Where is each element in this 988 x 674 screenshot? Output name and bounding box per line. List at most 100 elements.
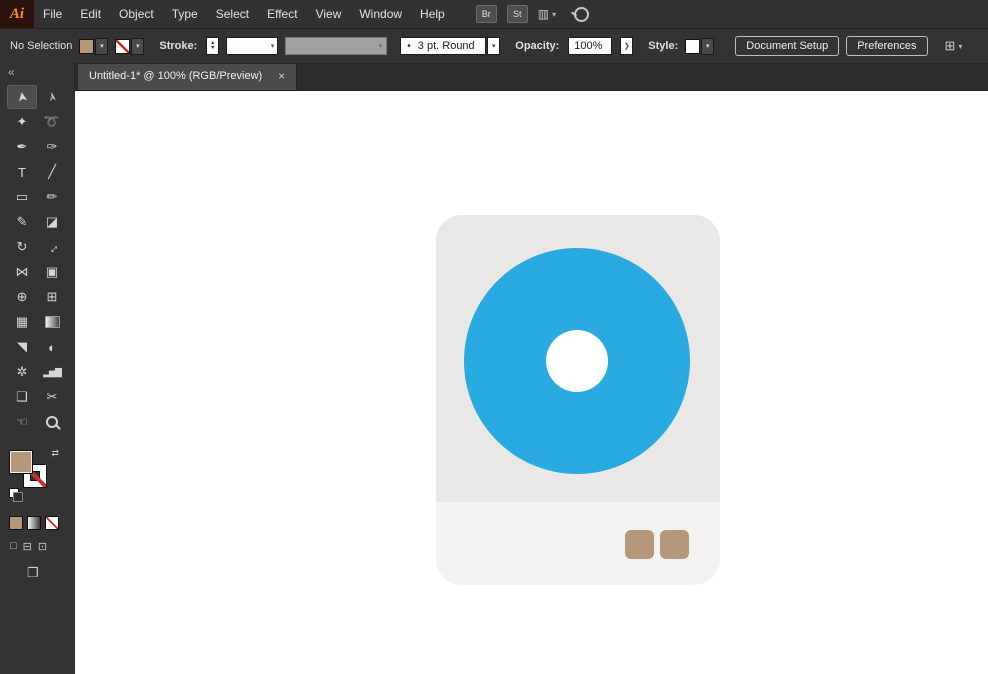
menu-file[interactable]: File (34, 0, 71, 28)
menu-object[interactable]: Object (110, 0, 163, 28)
eyedropper-tool[interactable]: ◥ (7, 335, 37, 359)
disc-button-left[interactable] (625, 530, 654, 559)
hand-tool[interactable]: ☜ (7, 410, 37, 434)
stroke-weight-combobox[interactable]: ▾ (226, 37, 279, 55)
profile-dot-icon: • (407, 40, 411, 52)
menu-bar-icons: Br St ▥ ▾ (475, 5, 590, 23)
selection-tool[interactable]: ➤ (7, 85, 37, 109)
artboard-tool[interactable]: ❏ (7, 385, 37, 409)
menu-view[interactable]: View (307, 0, 351, 28)
stepper-down-icon[interactable]: ▾ (211, 45, 214, 51)
eraser-tool[interactable]: ◪ (37, 210, 67, 234)
menu-select[interactable]: Select (207, 0, 258, 28)
stroke-weight-stepper[interactable]: ▴ ▾ (206, 37, 220, 55)
gradient-icon (44, 316, 60, 328)
preferences-button[interactable]: Preferences (846, 36, 928, 56)
draw-inside-button[interactable]: ⊡ (38, 540, 47, 553)
gradient-button[interactable] (27, 516, 41, 530)
scale-tool[interactable]: ↔ (37, 235, 67, 259)
control-bar: No Selection ▾ ▾ Stroke: ▴ ▾ ▾ ▾ • 3 pt.… (0, 28, 988, 64)
shaper-tool[interactable]: ✎ (7, 210, 37, 234)
drawing-modes-row: □ ⊟ ⊡ (10, 540, 74, 553)
color-button[interactable] (9, 516, 23, 530)
magnifier-icon (46, 416, 58, 428)
free-transform-tool[interactable]: ▣ (37, 260, 67, 284)
type-tool[interactable]: T (7, 160, 37, 184)
menu-bar: Ai File Edit Object Type Select Effect V… (0, 0, 988, 28)
disc-center-hole[interactable] (546, 330, 608, 392)
app-logo[interactable]: Ai (0, 0, 34, 28)
stock-button[interactable]: St (506, 5, 528, 23)
document-tab-bar: Untitled-1* @ 100% (RGB/Preview) × (74, 62, 988, 91)
menu-effect[interactable]: Effect (258, 0, 306, 28)
slice-tool[interactable]: ✂ (37, 385, 67, 409)
menu-window[interactable]: Window (350, 0, 411, 28)
pen-tool[interactable]: ✒ (7, 135, 37, 159)
menu-help[interactable]: Help (411, 0, 454, 28)
opacity-value: 100% (574, 40, 603, 52)
blend-tool[interactable]: ◐ (37, 335, 67, 359)
fill-color-dropdown[interactable]: ▾ (79, 37, 109, 55)
chevron-down-icon: ▾ (552, 9, 557, 19)
default-fill-stroke-icon[interactable] (9, 488, 23, 502)
disc-button-right[interactable] (660, 530, 689, 559)
disc-blue-circle[interactable] (464, 248, 690, 474)
swap-fill-stroke-icon[interactable]: ⇄ (51, 448, 59, 459)
stroke-label: Stroke: (159, 40, 198, 52)
style-label: Style: (648, 40, 679, 52)
none-slash-icon (46, 517, 58, 529)
brush-definition-dropdown[interactable]: ▾ (285, 37, 388, 55)
magic-wand-tool[interactable]: ✦ (7, 110, 37, 134)
tools-panel: « ➤ ➢ ✦ ➰ ✒ ✑ T ╱ ▭ ✏ ✎ ◪ ↻ ↔ ⋈ ▣ ⊕ ⊞ ▦ … (0, 62, 75, 674)
variable-width-value: 3 pt. Round (417, 40, 475, 52)
rectangle-tool[interactable]: ▭ (7, 185, 37, 209)
draw-behind-button[interactable]: ⊟ (23, 540, 32, 553)
close-tab-icon[interactable]: × (278, 69, 285, 83)
line-segment-tool[interactable]: ╱ (37, 160, 67, 184)
style-dropdown[interactable]: ▾ (685, 37, 715, 55)
chevron-down-icon: ▾ (487, 37, 501, 55)
opacity-flyout-icon[interactable]: ❯ (620, 37, 634, 55)
canvas[interactable] (74, 90, 988, 674)
shape-builder-tool[interactable]: ⊕ (7, 285, 37, 309)
lasso-tool[interactable]: ➰ (37, 110, 67, 134)
none-button[interactable] (45, 516, 59, 530)
style-swatch (685, 38, 701, 54)
paintbrush-tool[interactable]: ✏ (37, 185, 67, 209)
perspective-grid-tool[interactable]: ⊞ (37, 285, 67, 309)
artwork-disc-icon[interactable] (436, 215, 720, 585)
none-slash-icon (116, 39, 130, 53)
mesh-tool[interactable]: ▦ (7, 310, 37, 334)
selection-options-dropdown[interactable]: ⊞ ▾ (945, 38, 963, 54)
fill-color-swatch[interactable] (9, 450, 33, 474)
menu-edit[interactable]: Edit (71, 0, 110, 28)
document-setup-button[interactable]: Document Setup (735, 36, 840, 56)
selection-tool-icon: ➤ (13, 90, 30, 104)
symbol-sprayer-tool[interactable]: ✲ (7, 360, 37, 384)
draw-normal-button[interactable]: □ (10, 540, 17, 553)
gradient-tool[interactable] (37, 310, 67, 334)
variable-width-profile-dropdown[interactable]: • 3 pt. Round ▾ (400, 37, 501, 55)
column-graph-tool[interactable]: ▂▅▇ (37, 360, 67, 384)
zoom-tool[interactable] (37, 410, 67, 434)
screen-mode-button[interactable]: ❐ (27, 565, 74, 581)
variable-width-field[interactable]: • 3 pt. Round (400, 37, 487, 55)
opacity-input[interactable]: 100% (568, 37, 613, 55)
chevron-down-icon: ▾ (958, 41, 963, 51)
stroke-color-dropdown[interactable]: ▾ (115, 37, 145, 55)
fill-swatch (79, 38, 95, 54)
width-tool[interactable]: ⋈ (7, 260, 37, 284)
bridge-button[interactable]: Br (475, 5, 497, 23)
document-tab[interactable]: Untitled-1* @ 100% (RGB/Preview) × (78, 62, 298, 90)
collapse-panel-icon[interactable]: « (0, 62, 74, 80)
curvature-tool[interactable]: ✑ (37, 135, 67, 159)
rotate-tool[interactable]: ↻ (7, 235, 37, 259)
menu-type[interactable]: Type (163, 0, 207, 28)
opacity-label: Opacity: (515, 40, 560, 52)
gpu-performance-icon[interactable] (574, 6, 590, 22)
workspace-switcher[interactable]: ▥ ▾ (538, 7, 556, 21)
direct-selection-tool[interactable]: ➢ (37, 85, 67, 109)
scale-tool-icon: ↔ (42, 237, 62, 257)
chevron-down-icon: ▾ (701, 37, 715, 55)
chevron-down-icon: ▾ (131, 37, 145, 55)
